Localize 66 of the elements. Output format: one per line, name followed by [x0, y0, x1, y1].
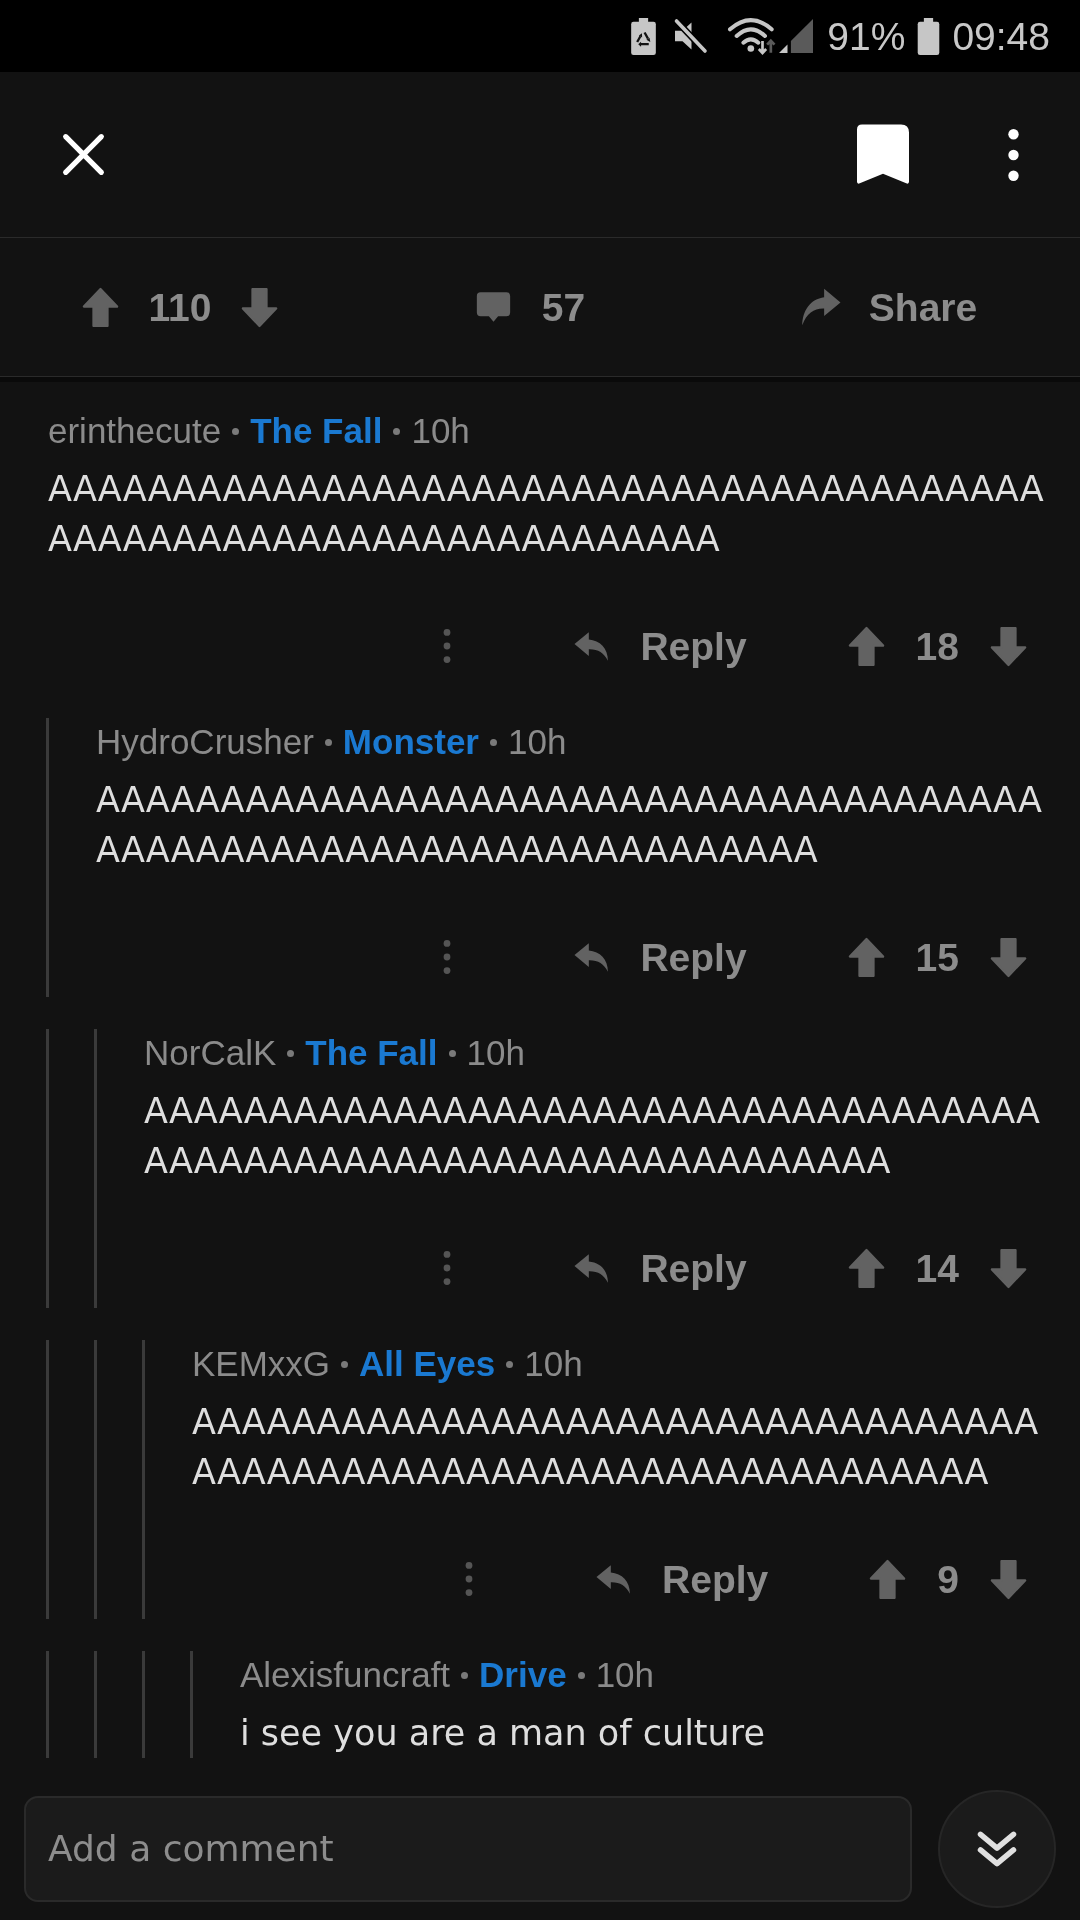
separator-dot-icon	[461, 1671, 469, 1679]
separator-dot-icon	[506, 1360, 514, 1368]
close-icon	[61, 132, 106, 177]
upvote-icon	[847, 625, 885, 667]
separator-dot-icon	[393, 427, 401, 435]
comment-author[interactable]: Alexisfuncraft	[240, 1655, 451, 1695]
kebab-icon	[1007, 128, 1020, 181]
kebab-icon	[464, 1562, 475, 1596]
separator-dot-icon	[577, 1671, 585, 1679]
downvote-icon	[241, 286, 279, 328]
share-button[interactable]: Share	[793, 283, 982, 331]
comment-score: 9	[937, 1559, 959, 1599]
upvote-icon	[847, 936, 885, 978]
clock-time: 09:48	[952, 16, 1050, 56]
battery-saver-icon	[631, 17, 657, 55]
user-flair: The Fall	[250, 411, 383, 451]
battery-percentage: 91%	[827, 16, 906, 56]
reply-button[interactable]: Reply	[568, 1244, 751, 1292]
comment-author[interactable]: HydroCrusher	[96, 722, 314, 762]
comment-time: 10h	[524, 1344, 583, 1384]
comment-author[interactable]: KEMxxG	[192, 1344, 331, 1384]
separator-dot-icon	[448, 1049, 456, 1057]
comment-score: 18	[915, 626, 959, 666]
kebab-icon	[442, 1251, 453, 1285]
comment-score: 14	[915, 1248, 959, 1288]
kebab-icon	[442, 940, 453, 974]
separator-dot-icon	[341, 1360, 349, 1368]
comment-time: 10h	[466, 1033, 525, 1073]
downvote-icon	[990, 625, 1027, 667]
downvote-icon	[990, 1558, 1027, 1600]
comment-text: AAAAAAAAAAAAAAAAAAAAAAAAAAAAAAAAAAAAAAAAAAAAAAAAAAAAAAAAAAAAAAAAAA	[144, 1090, 1042, 1183]
comment-text: i see you are a man of culture	[240, 1712, 766, 1755]
reply-button[interactable]: Reply	[590, 1555, 773, 1603]
battery-icon	[917, 17, 941, 55]
comment-author[interactable]: NorCalK	[144, 1033, 277, 1073]
comment-score: 15	[915, 937, 959, 977]
separator-dot-icon	[287, 1049, 295, 1057]
comment-author[interactable]: erinthecute	[48, 411, 222, 451]
comment-text: AAAAAAAAAAAAAAAAAAAAAAAAAAAAAAAAAAAAAAAAAAAAAAAAAAAAAAAAAAAAAAAAAAA	[96, 779, 1043, 872]
reply-button[interactable]: Reply	[568, 933, 751, 981]
user-flair: Drive	[479, 1655, 567, 1695]
separator-dot-icon	[324, 738, 332, 746]
upvote-icon	[81, 286, 119, 328]
post-score: 110	[148, 287, 212, 327]
comment-text: AAAAAAAAAAAAAAAAAAAAAAAAAAAAAAAAAAAAAAAAAAAAAAAAAAAAAAAAAAAAAAAAAA	[192, 1401, 1040, 1494]
kebab-icon	[442, 629, 453, 663]
user-flair: The Fall	[305, 1033, 438, 1073]
separator-dot-icon	[232, 427, 240, 435]
signal-icon	[779, 19, 814, 53]
comment-input[interactable]: Add a comment	[24, 1795, 912, 1902]
bookmark-icon	[857, 124, 909, 185]
comments-button[interactable]: 57	[470, 283, 590, 331]
comment-bubble-icon	[474, 290, 512, 324]
upvote-icon	[847, 1247, 885, 1289]
comment-time: 10h	[595, 1655, 655, 1695]
separator-dot-icon	[490, 738, 497, 746]
downvote-icon	[990, 936, 1027, 978]
user-flair: Monster	[342, 722, 479, 762]
comment-time: 10h	[508, 722, 567, 762]
downvote-icon	[990, 1247, 1027, 1289]
upvote-icon	[869, 1558, 907, 1600]
user-flair: All Eyes	[359, 1344, 496, 1384]
comment-time: 10h	[411, 411, 470, 451]
comment-text: AAAAAAAAAAAAAAAAAAAAAAAAAAAAAAAAAAAAAAAAAAAAAAAAAAAAAAAAAAAAAAAAAAA	[48, 468, 1045, 561]
muted-speaker-icon	[672, 18, 709, 54]
reply-button[interactable]: Reply	[568, 622, 751, 670]
